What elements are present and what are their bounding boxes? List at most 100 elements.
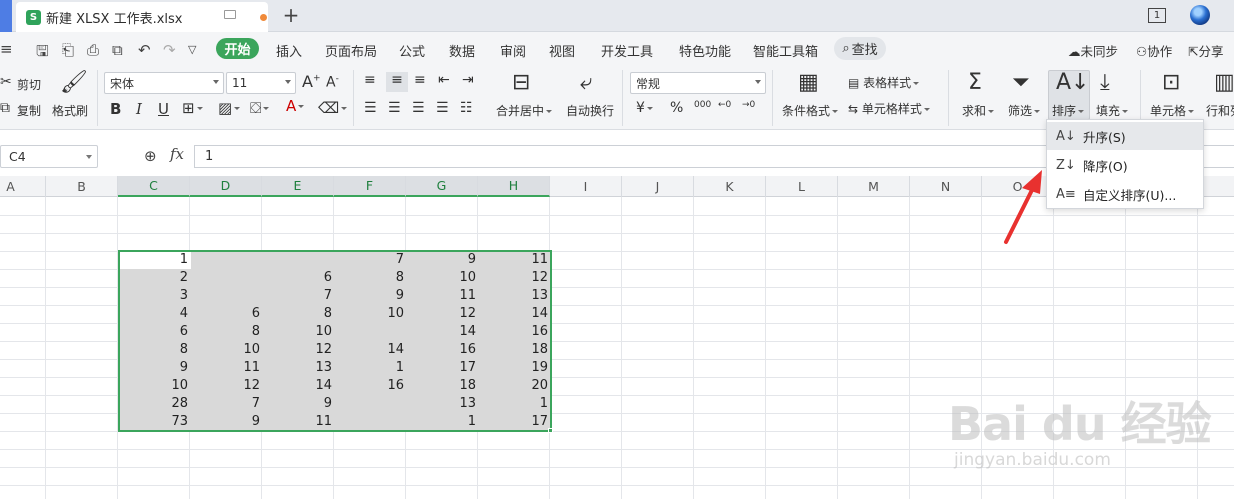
format-painter-button[interactable]: 格式刷: [52, 102, 88, 119]
column-header[interactable]: A: [0, 176, 46, 197]
align-top-icon[interactable]: ≡: [364, 72, 376, 88]
sort-descending-item[interactable]: Z↓ 降序(O): [1047, 151, 1203, 179]
menu-special-features[interactable]: 特色功能: [679, 41, 731, 60]
avatar[interactable]: [1190, 5, 1210, 25]
font-color-icon[interactable]: A: [286, 97, 305, 115]
column-header[interactable]: D: [190, 176, 262, 197]
column-header[interactable]: H: [478, 176, 550, 197]
sync-status[interactable]: ☁未同步: [1068, 41, 1118, 60]
bold-button[interactable]: B: [110, 100, 121, 118]
fill-icon[interactable]: ⤓: [1100, 70, 1110, 95]
font-name-select[interactable]: 宋体: [104, 72, 224, 94]
decrease-decimal-button[interactable]: →0: [742, 100, 755, 110]
fx-icon[interactable]: fx: [170, 145, 184, 163]
print-icon[interactable]: ⎙: [87, 41, 99, 59]
justify-icon[interactable]: ☰: [436, 100, 449, 116]
borders-icon[interactable]: ⊞: [182, 99, 203, 117]
align-right-icon[interactable]: ☰: [412, 100, 425, 116]
custom-sort-item[interactable]: A≡ 自定义排序(U)...: [1047, 180, 1203, 208]
align-left-icon[interactable]: ☰: [364, 100, 377, 116]
menu-review[interactable]: 审阅: [500, 41, 526, 60]
table-style-button[interactable]: ▤ 表格样式: [848, 74, 920, 91]
sum-icon[interactable]: Σ: [968, 70, 982, 95]
cut-button[interactable]: 剪切: [17, 76, 41, 93]
column-header[interactable]: E: [262, 176, 334, 197]
align-middle-icon[interactable]: ≡: [386, 72, 408, 92]
underline-button[interactable]: U: [158, 100, 169, 118]
increase-font-button[interactable]: A+: [302, 72, 321, 91]
format-painter-icon[interactable]: 🖌: [60, 70, 88, 95]
filter-icon[interactable]: ⏷: [1012, 70, 1030, 95]
increase-decimal-button[interactable]: ←0: [718, 100, 731, 110]
column-header[interactable]: J: [622, 176, 694, 197]
wrap-text-icon[interactable]: ⤶: [580, 70, 592, 95]
sort-label[interactable]: 排序: [1052, 102, 1085, 119]
share-button[interactable]: ⇱分享: [1188, 41, 1224, 60]
font-size-select[interactable]: 11: [226, 72, 296, 94]
distributed-icon[interactable]: ☷: [460, 100, 473, 116]
conditional-format-button[interactable]: 条件格式: [782, 102, 839, 119]
column-header[interactable]: K: [694, 176, 766, 197]
save-icon[interactable]: 🖫: [36, 41, 49, 66]
search-button[interactable]: ⌕ 查找: [834, 37, 886, 60]
sum-button[interactable]: 求和: [962, 102, 995, 119]
row-col-icon[interactable]: ▥: [1214, 70, 1234, 95]
wrap-text-button[interactable]: 自动换行: [566, 102, 614, 119]
menu-start[interactable]: 开始: [216, 38, 259, 59]
conditional-format-icon[interactable]: ▦: [798, 70, 819, 95]
column-header[interactable]: I: [550, 176, 622, 197]
fill-color-icon[interactable]: ▨: [218, 99, 241, 117]
menu-view[interactable]: 视图: [549, 41, 575, 60]
number-format-select[interactable]: 常规: [630, 72, 766, 94]
menu-data[interactable]: 数据: [449, 41, 475, 60]
align-bottom-icon[interactable]: ≡: [414, 72, 426, 88]
menu-formulas[interactable]: 公式: [399, 41, 425, 60]
app-menu-button[interactable]: [0, 0, 12, 32]
column-header[interactable]: M: [838, 176, 910, 197]
menu-insert[interactable]: 插入: [276, 41, 302, 60]
italic-button[interactable]: I: [136, 100, 142, 118]
cell-icon[interactable]: ⊡: [1162, 70, 1180, 95]
column-header[interactable]: G: [406, 176, 478, 197]
print-preview-icon[interactable]: ⧉: [112, 41, 123, 59]
percent-button[interactable]: %: [670, 100, 683, 116]
column-header[interactable]: L: [766, 176, 838, 197]
monitor-icon[interactable]: [224, 10, 236, 19]
fill-handle[interactable]: [548, 428, 553, 433]
decrease-font-button[interactable]: A-: [326, 74, 339, 91]
new-tab-button[interactable]: +: [280, 3, 302, 27]
sort-ascending-item[interactable]: A↓ 升序(S): [1047, 122, 1203, 150]
copy-icon[interactable]: ⧉: [0, 100, 10, 116]
quick-access-dropdown-icon[interactable]: ▽: [188, 43, 196, 56]
merge-center-icon[interactable]: ⊟: [512, 70, 530, 95]
clear-format-icon[interactable]: ⌫: [318, 99, 348, 117]
paint-bucket-icon[interactable]: ⛋: [250, 99, 270, 117]
sort-icon[interactable]: A↓: [1056, 70, 1089, 95]
cell-button[interactable]: 单元格: [1150, 102, 1195, 119]
currency-button[interactable]: ¥: [636, 100, 653, 116]
column-header[interactable]: N: [910, 176, 982, 197]
file-tab[interactable]: S 新建 XLSX 工作表.xlsx: [16, 2, 268, 32]
column-header[interactable]: B: [46, 176, 118, 197]
export-icon[interactable]: ⎗: [62, 41, 74, 59]
indent-increase-icon[interactable]: ⇥: [462, 72, 474, 88]
menu-smart-toolbox[interactable]: 智能工具箱: [753, 41, 818, 60]
indent-decrease-icon[interactable]: ⇤: [438, 72, 450, 88]
window-count-badge[interactable]: 1: [1148, 8, 1166, 23]
collaborate-button[interactable]: ⚇协作: [1136, 41, 1172, 60]
align-center-icon[interactable]: ☰: [388, 100, 401, 116]
menu-toggle-icon[interactable]: ≡: [0, 40, 13, 58]
sheet-grid[interactable]: ABCDEFGHIJKLMNOPF 1791126810123791113468…: [0, 176, 1234, 499]
row-col-button[interactable]: 行和列: [1206, 102, 1234, 119]
menu-page-layout[interactable]: 页面布局: [325, 41, 377, 60]
redo-icon[interactable]: ↷: [163, 41, 176, 59]
thousands-button[interactable]: 000: [694, 100, 711, 110]
name-box[interactable]: C4: [0, 145, 98, 168]
filter-button[interactable]: 筛选: [1008, 102, 1041, 119]
cut-icon[interactable]: ✂: [0, 74, 12, 90]
zoom-icon[interactable]: ⊕: [144, 147, 157, 165]
column-header[interactable]: F: [334, 176, 406, 197]
fill-button[interactable]: 填充: [1096, 102, 1129, 119]
undo-icon[interactable]: ↶: [138, 41, 151, 59]
copy-button[interactable]: 复制: [17, 102, 41, 119]
